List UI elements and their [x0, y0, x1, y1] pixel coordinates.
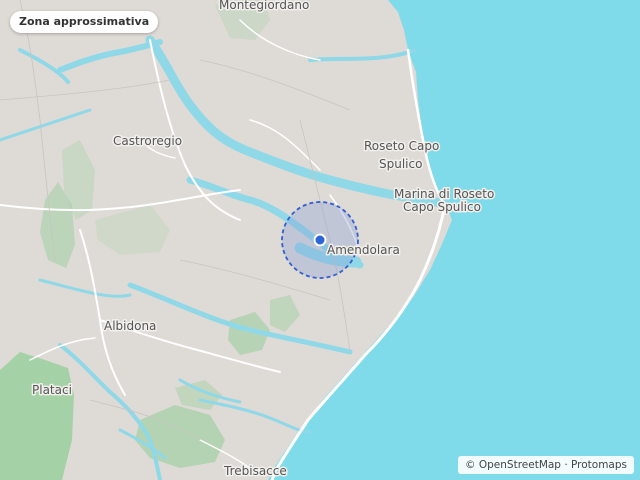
place-label-capo-spulico: Capo Spulico: [403, 200, 481, 214]
map-canvas[interactable]: Montegiordano Castroregio Roseto Capo Sp…: [0, 0, 640, 480]
place-label-marina-di-roseto: Marina di Roseto: [394, 187, 494, 201]
place-label-spulico: Spulico: [379, 157, 422, 171]
place-label-amendolara: Amendolara: [327, 243, 400, 257]
place-label-montegiordano: Montegiordano: [219, 0, 309, 12]
approximate-zone-badge: Zona approssimativa: [10, 11, 159, 33]
location-marker[interactable]: [313, 233, 327, 247]
place-label-castroregio: Castroregio: [113, 134, 182, 148]
place-label-roseto-capo: Roseto Capo: [364, 139, 439, 153]
map-attribution[interactable]: © OpenStreetMap · Protomaps: [458, 456, 634, 474]
place-label-plataci: Plataci: [32, 383, 72, 397]
place-label-albidona: Albidona: [104, 319, 156, 333]
place-label-trebisacce: Trebisacce: [223, 464, 287, 478]
